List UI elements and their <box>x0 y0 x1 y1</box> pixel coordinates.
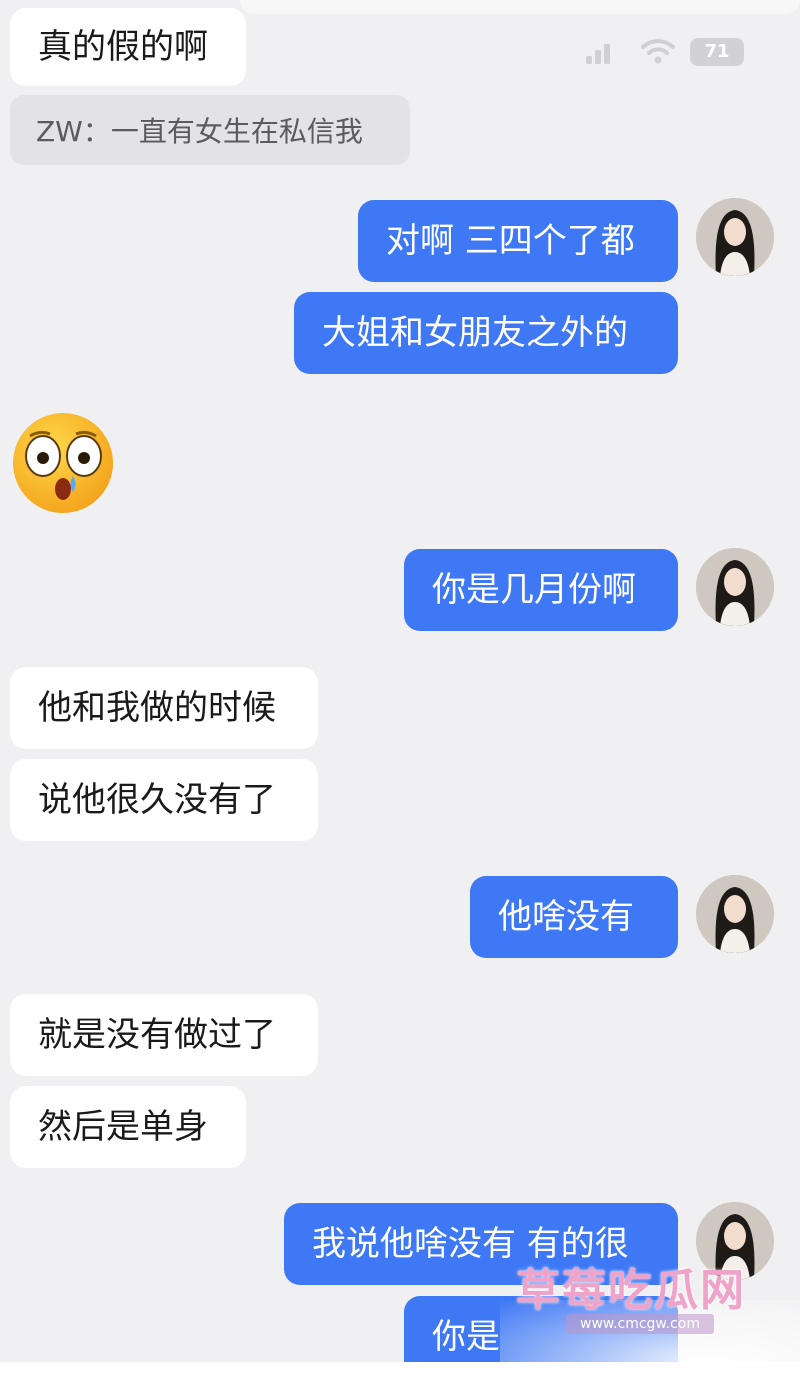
quoted-reply[interactable]: ZW：一直有女生在私信我 <box>10 95 410 165</box>
battery-indicator: 71 <box>690 38 744 66</box>
message-bubble-incoming[interactable]: 说他很久没有了 <box>10 759 318 841</box>
user-avatar[interactable] <box>696 875 774 953</box>
watermark-url: www.cmcgw.com <box>566 1314 714 1334</box>
message-bubble-outgoing[interactable]: 他啥没有 <box>470 876 678 958</box>
message-text: 你是几月份啊 <box>432 570 636 610</box>
message-bubble-incoming[interactable]: 真的假的啊 <box>10 8 246 86</box>
message-bubble-incoming[interactable]: 他和我做的时候 <box>10 667 318 749</box>
message-bubble-outgoing[interactable]: 你是几月份啊 <box>404 549 678 631</box>
message-text: 他和我做的时候 <box>38 688 276 728</box>
message-text: 你是 <box>432 1317 500 1357</box>
wifi-icon <box>641 39 675 64</box>
message-text: 说他很久没有了 <box>38 780 276 820</box>
message-bubble-incoming[interactable]: 然后是单身 <box>10 1086 246 1168</box>
message-bubble-incoming[interactable]: 就是没有做过了 <box>10 994 318 1076</box>
message-text: 他啥没有 <box>498 897 634 937</box>
bottom-edge <box>0 1362 800 1393</box>
message-text: 就是没有做过了 <box>38 1015 276 1055</box>
quoted-reply-text: ZW：一直有女生在私信我 <box>36 115 363 148</box>
user-avatar[interactable] <box>696 198 774 276</box>
cellular-signal-icon <box>586 44 610 64</box>
user-avatar[interactable] <box>696 548 774 626</box>
message-text: 大姐和女朋友之外的 <box>322 313 628 353</box>
message-bubble-outgoing[interactable]: 大姐和女朋友之外的 <box>294 292 678 374</box>
watermark-title: 草莓吃瓜网 <box>516 1265 746 1316</box>
avatar-photo-icon <box>696 198 774 276</box>
astonished-drool-emoji[interactable] <box>10 410 116 516</box>
message-text: 真的假的啊 <box>38 27 208 67</box>
message-text: 对啊 三四个了都 <box>386 221 635 261</box>
avatar-photo-icon <box>696 548 774 626</box>
message-bubble-outgoing[interactable]: 对啊 三四个了都 <box>358 200 678 282</box>
watermark: 草莓吃瓜网 www.cmcgw.com <box>516 1254 766 1344</box>
avatar-photo-icon <box>696 875 774 953</box>
message-text: 然后是单身 <box>38 1107 208 1147</box>
